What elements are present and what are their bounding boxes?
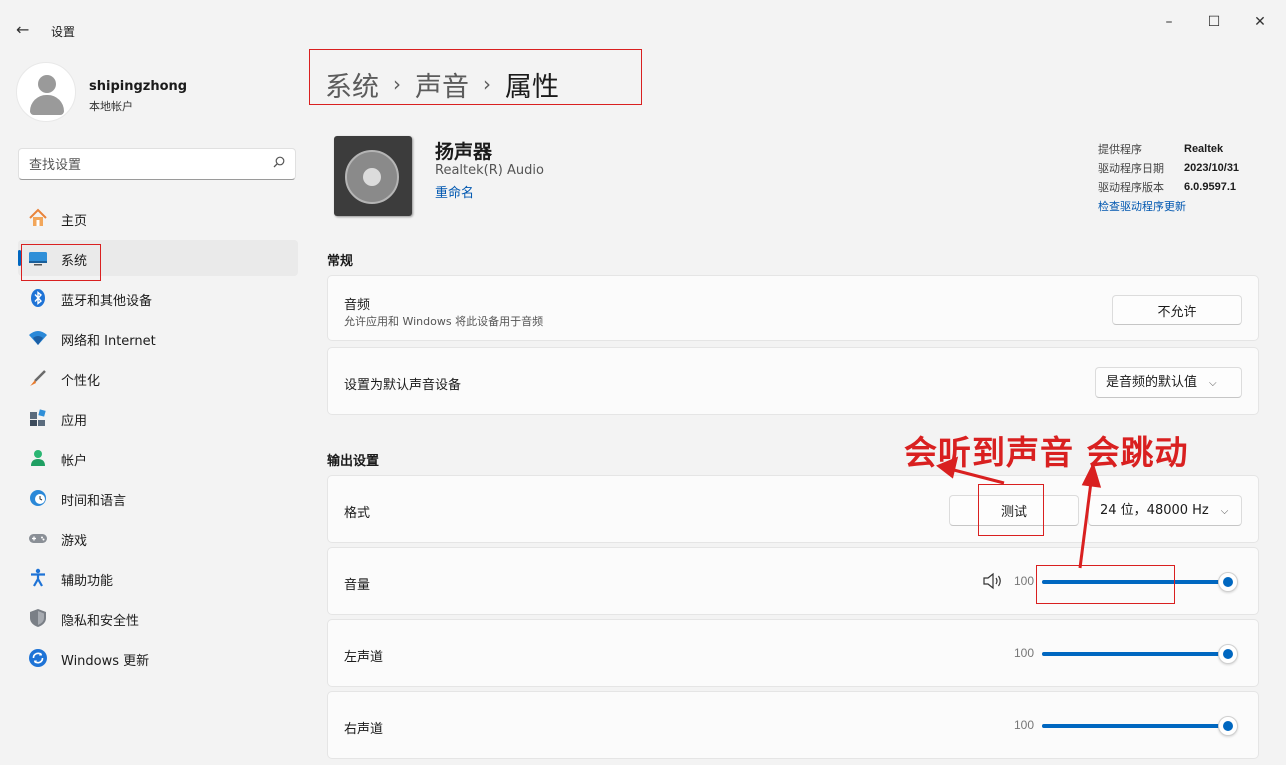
arrow-up-line (1078, 481, 1093, 569)
arrow-up-head (1081, 461, 1102, 488)
annotation-arrows (936, 456, 1102, 569)
settings-window: ← 设置 – ☐ ✕ shipingzhong 本地帐户 主页 (4, 6, 1282, 765)
arrow-to-text-line (949, 467, 1005, 485)
arrow-to-text-head (936, 456, 959, 479)
